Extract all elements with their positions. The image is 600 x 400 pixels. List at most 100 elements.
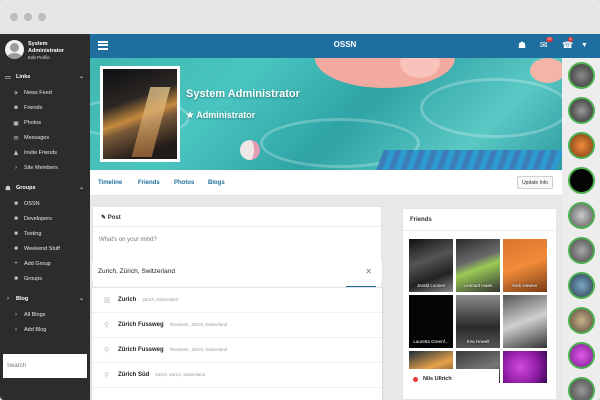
chevron-down-icon[interactable]: ⌄ (79, 295, 84, 302)
sidebar-item-label: News Feed (24, 90, 52, 96)
sidebar-blog-heading[interactable]: › Blog ⌄ (0, 292, 90, 306)
post-heading-label: Post (107, 215, 121, 221)
friend-tile[interactable] (503, 351, 547, 383)
location-suggestion[interactable]: ⚲ Zürich Fussweg Flüelenstr., Zürich, Swi… (92, 313, 382, 338)
tab-photos[interactable]: Photos (174, 180, 194, 186)
sidebar-item-label: Friends (24, 105, 43, 111)
friend-tile[interactable]: Lauretta Greenf... (409, 295, 453, 348)
search-input[interactable] (3, 354, 87, 378)
sidebar-item-site-members[interactable]: › Site Members (0, 161, 90, 175)
avatar[interactable] (5, 40, 24, 59)
sidebar-heading-label: Groups (16, 185, 36, 191)
friend-name: Lauretta Greenf... (413, 339, 449, 344)
sidebar-item-label: Add Blog (24, 327, 47, 333)
post-heading[interactable]: ✎ Post (93, 207, 381, 227)
cover-stripe (376, 150, 562, 170)
window-dot-icon[interactable] (38, 13, 46, 21)
sidebar-user[interactable]: System Administrator Edit Profile (0, 34, 90, 66)
sidebar-item-ossn[interactable]: ■ OSSN (0, 197, 90, 211)
friend-tile[interactable]: Nick Hawker (503, 239, 547, 292)
sidebar: System Administrator Edit Profile ▭ Link… (0, 34, 90, 400)
online-friend-avatar[interactable] (568, 132, 595, 159)
sidebar-item-label: Messages (24, 135, 50, 141)
friend-name: Jerald Loosen (416, 283, 446, 288)
chevron-down-icon[interactable]: ⌄ (79, 73, 84, 80)
online-friend-avatar[interactable] (568, 342, 595, 369)
suggestion-name: Zürich Fussweg (118, 347, 164, 353)
sidebar-item-weekend-stuff[interactable]: ■ Weekend Stuff (0, 242, 90, 256)
close-icon[interactable]: ✕ (365, 267, 372, 276)
sidebar-item-news-feed[interactable]: ✈ News Feed (0, 86, 90, 100)
messages-icon[interactable]: ✉ 22 (540, 37, 553, 51)
location-input[interactable]: Zurich, Zürich, Switzerland (98, 268, 175, 275)
online-friend-avatar[interactable] (568, 377, 595, 400)
tab-timeline[interactable]: Timeline (98, 180, 122, 186)
building-icon: ▥ (104, 297, 111, 304)
sidebar-heading-label: Blog (16, 296, 29, 302)
friend-tile[interactable]: Leonard Hawk (456, 239, 500, 292)
sidebar-groups-heading[interactable]: ☗ Groups ⌄ (0, 181, 90, 195)
location-field[interactable]: Zurich, Zürich, Switzerland ✕ (92, 262, 382, 288)
friend-requests-icon[interactable]: ☗ (518, 40, 526, 51)
location-suggestion[interactable]: ▥ Zurich Zürich, Switzerland (92, 288, 382, 313)
suggestion-detail: Flüelenstr., Zürich, Switzerland (169, 347, 227, 352)
profile-picture-image (103, 69, 177, 159)
sidebar-item-groups[interactable]: ■ Groups (0, 272, 90, 286)
map-pin-icon: ⚲ (104, 322, 110, 329)
folder-icon: ■ (14, 201, 18, 207)
window-dot-icon[interactable] (24, 13, 32, 21)
sidebar-item-label: Testing (24, 231, 42, 237)
update-info-button[interactable]: Update Info (517, 176, 553, 189)
sidebar-user-name[interactable]: System Administrator (28, 41, 84, 54)
tab-blogs[interactable]: Blogs (208, 180, 225, 186)
edit-profile-link[interactable]: Edit Profile (28, 55, 50, 60)
friend-tile[interactable]: Jerald Loosen (409, 239, 453, 292)
sidebar-item-add-blog[interactable]: › Add Blog (0, 323, 90, 337)
sidebar-item-testing[interactable]: ■ Testing (0, 227, 90, 241)
online-friend-avatar[interactable] (568, 237, 595, 264)
plus-icon: + (14, 261, 18, 267)
friend-list-item[interactable]: Nils Ullrich (409, 369, 499, 389)
sidebar-item-messages[interactable]: ✉ Messages (0, 131, 90, 145)
messages-badge: 22 (546, 37, 553, 42)
chevron-down-icon[interactable]: ⌄ (79, 184, 84, 191)
suggestion-label: Zürich Süd Zürich, Zürich, Switzerland (118, 372, 205, 378)
online-friend-avatar[interactable] (568, 272, 595, 299)
sidebar-item-invite-friends[interactable]: ♟ Invite Friends (0, 146, 90, 160)
window-titlebar (0, 0, 600, 34)
sidebar-item-all-blogs[interactable]: › All Blogs (0, 308, 90, 322)
friend-name: Nils Ullrich (423, 376, 452, 382)
sidebar-item-label: All Blogs (24, 312, 46, 318)
online-friend-avatar[interactable] (568, 307, 595, 334)
chevron-right-icon: › (15, 312, 17, 318)
location-suggestion[interactable]: ⚲ Zürich Süd Zürich, Zürich, Switzerland (92, 363, 382, 388)
suggestion-label: Zurich Zürich, Switzerland (118, 297, 178, 303)
profile-role: ★ Administrator (186, 110, 255, 121)
online-friend-avatar[interactable] (568, 202, 595, 229)
sidebar-item-developers[interactable]: ■ Developers (0, 212, 90, 226)
online-friend-avatar[interactable] (568, 167, 595, 194)
profile-picture[interactable] (100, 66, 180, 162)
sidebar-item-add-group[interactable]: + Add Group (0, 257, 90, 271)
window-dot-icon[interactable] (10, 13, 18, 21)
friend-tile[interactable]: Kira Howell (456, 295, 500, 348)
online-friend-avatar[interactable] (568, 97, 595, 124)
sidebar-links-heading[interactable]: ▭ Links ⌄ (0, 70, 90, 84)
caret-down-icon[interactable]: ▼ (581, 42, 588, 49)
cover-pool-float (530, 58, 562, 83)
sidebar-item-friends[interactable]: ☻ Friends (0, 101, 90, 115)
online-friend-avatar[interactable] (568, 62, 595, 89)
location-suggestion[interactable]: ⚲ Zürich Fussweg Flüelenstr., Zürich, Swi… (92, 338, 382, 363)
post-textarea[interactable]: What's on your mind? (99, 237, 369, 243)
groups-icon: ☗ (5, 185, 11, 192)
sidebar-item-photos[interactable]: ▣ Photos (0, 116, 90, 130)
tab-friends[interactable]: Friends (138, 180, 160, 186)
links-icon: ▭ (5, 74, 11, 81)
map-pin-icon: ⚲ (104, 347, 110, 354)
notifications-icon[interactable]: ☎ 1 (562, 37, 573, 51)
sidebar-item-label: Photos (24, 120, 42, 126)
cover-wave (420, 78, 562, 138)
friend-tile[interactable] (503, 295, 547, 348)
notifications-badge: 1 (568, 37, 573, 42)
suggestion-label: Zürich Fussweg Flüelenstr., Zürich, Switz… (118, 322, 227, 328)
